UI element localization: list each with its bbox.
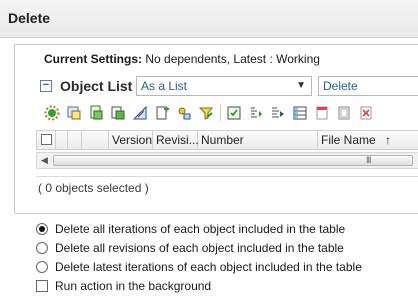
set-filter-icon[interactable] [174, 103, 194, 123]
add-objects-icon[interactable] [64, 103, 84, 123]
view-select[interactable]: As a List ▼ [136, 76, 312, 96]
scrollbar-grip: III [366, 155, 371, 165]
current-settings-label: Current Settings: [44, 52, 143, 66]
column-header-version[interactable]: Version [109, 131, 153, 149]
option-run-in-background[interactable]: Run action in the background [36, 278, 416, 296]
action-select[interactable]: Delete [318, 76, 418, 96]
add-drawings-icon[interactable] [130, 103, 150, 123]
option-delete-all-revisions[interactable]: Delete all revisions of each object incl… [36, 240, 416, 258]
select-all-column [37, 131, 56, 149]
option-label: Run action in the background [55, 279, 212, 293]
current-settings: Current Settings: No dependents, Latest … [44, 52, 320, 66]
object-list-header: − Object List As a List ▼ Delete [40, 76, 418, 98]
view-select-value: As a List [141, 79, 188, 93]
table-header: Version Revisi... Number File Name ↑ [36, 130, 418, 150]
scrollbar-thumb[interactable]: III [53, 155, 413, 166]
delete-row-icon[interactable] [312, 103, 332, 123]
collapse-icon[interactable]: − [40, 80, 52, 92]
move-up-icon[interactable] [246, 103, 266, 123]
option-delete-latest-iterations[interactable]: Delete latest iterations of each object … [36, 259, 416, 277]
add-references-icon[interactable] [152, 103, 172, 123]
selection-status: ( 0 objects selected ) [36, 176, 418, 198]
option-label: Delete all revisions of each object incl… [55, 241, 344, 255]
collect-related-icon[interactable] [42, 103, 62, 123]
move-down-icon[interactable] [268, 103, 288, 123]
radio-delete-latest-iterations[interactable] [36, 261, 48, 273]
column-blank-2 [68, 131, 82, 149]
title-bar: Delete [0, 0, 418, 38]
column-header-file-name[interactable]: File Name ↑ [318, 131, 418, 149]
column-header-revision[interactable]: Revisi... [153, 131, 199, 149]
expand-icon[interactable] [224, 103, 244, 123]
option-label: Delete latest iterations of each object … [55, 260, 362, 274]
columns-icon[interactable] [290, 103, 310, 123]
delete-options: Delete all iterations of each object inc… [36, 221, 416, 297]
column-header-number[interactable]: Number [198, 131, 318, 149]
checkbox-run-in-background[interactable] [36, 280, 48, 292]
remove-icon[interactable] [356, 103, 376, 123]
object-list-title: Object List [60, 78, 133, 94]
scroll-left-icon[interactable]: ◀ [41, 155, 48, 166]
add-required-icon[interactable] [108, 103, 128, 123]
column-header-file-name-label: File Name [321, 133, 376, 147]
add-to-workspace-icon[interactable] [196, 103, 216, 123]
action-select-value: Delete [323, 79, 358, 93]
sort-ascending-icon: ↑ [385, 133, 392, 147]
current-settings-value: No dependents, Latest : Working [145, 52, 320, 66]
column-blank-1 [56, 131, 68, 149]
option-delete-all-iterations[interactable]: Delete all iterations of each object inc… [36, 221, 416, 239]
toolbar-separator [220, 105, 221, 121]
chevron-down-icon: ▼ [296, 80, 306, 91]
add-dependents-icon[interactable] [86, 103, 106, 123]
radio-delete-all-revisions[interactable] [36, 242, 48, 254]
column-blank-3 [82, 131, 109, 149]
option-label: Delete all iterations of each object inc… [55, 222, 346, 236]
horizontal-scrollbar[interactable]: ◀ III [36, 152, 418, 169]
object-list-toolbar [40, 103, 418, 125]
radio-delete-all-iterations[interactable] [36, 223, 48, 235]
select-all-checkbox[interactable] [41, 134, 52, 145]
window-title: Delete [8, 10, 51, 26]
clear-icon[interactable] [334, 103, 354, 123]
